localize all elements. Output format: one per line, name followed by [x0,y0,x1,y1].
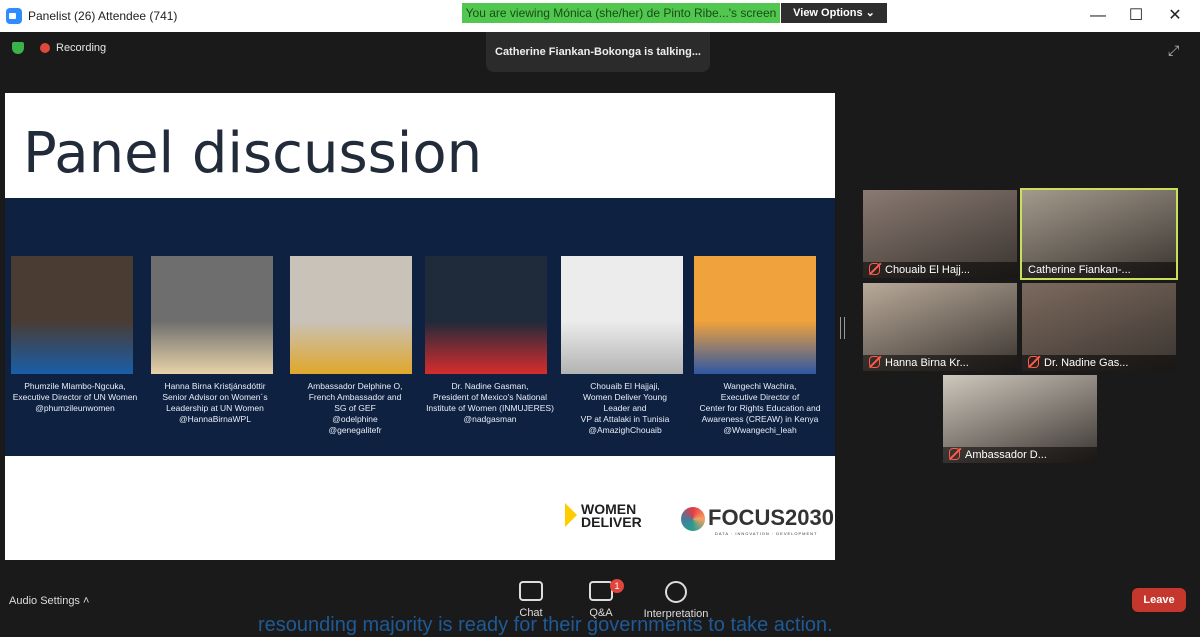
globe-icon [665,581,687,603]
audio-settings-button[interactable]: Audio Settings ˄ [9,595,89,607]
panelist-caption: Dr. Nadine Gasman, President of Mexico's… [426,381,554,424]
logo-text-line: DELIVER [581,514,642,530]
window-title: Panelist (26) Attendee (741) [28,9,178,23]
participant-name-label: Catherine Fiankan-... [1028,264,1131,276]
fullscreen-icon[interactable]: ⤢ [1168,42,1179,59]
title-bar: Panelist (26) Attendee (741) You are vie… [0,0,1200,32]
panelist-caption: Wangechi Wachira, Executive Director of … [699,381,821,435]
women-deliver-chevron-icon [565,503,577,527]
video-tile[interactable]: Ambassador D... [943,375,1097,463]
panelist-photo [151,256,273,374]
panelist-photo [561,256,683,374]
participant-name: Ambassador D... [943,447,1097,463]
panelist-caption: Chouaib El Hajjaji, Women Deliver Young … [580,381,670,435]
focus-ring-icon [681,507,705,532]
panelist-caption: Phumzile Mlambo-Ngcuka, Executive Direct… [12,381,138,413]
video-tile[interactable]: Chouaib El Hajj... [863,190,1017,278]
panelist-caption: Ambassador Delphine O, French Ambassador… [307,381,403,435]
panelist-photo [694,256,816,374]
mic-muted-icon [869,263,880,275]
chat-icon [519,581,543,601]
participant-name-label: Hanna Birna Kr... [885,357,969,369]
video-tile[interactable]: Hanna Birna Kr... [863,283,1017,371]
close-button[interactable]: ✕ [1163,6,1187,26]
participant-name-label: Dr. Nadine Gas... [1044,357,1129,369]
panelist-caption: Hanna Birna Kristjánsdóttir Senior Advis… [162,381,268,424]
video-tile[interactable]: Dr. Nadine Gas... [1022,283,1176,371]
participant-name: Dr. Nadine Gas... [1022,355,1176,371]
panelist-photo [290,256,412,374]
active-speaker-toast: Catherine Fiankan-Bokonga is talking... [486,32,710,72]
participant-name: Hanna Birna Kr... [863,355,1017,371]
mic-muted-icon [869,356,880,368]
zoom-app-icon [6,8,22,24]
participant-name: Catherine Fiankan-... [1022,262,1176,278]
leave-button[interactable]: Leave [1132,588,1186,612]
qa-notification-badge: 1 [610,579,624,593]
focus2030-tagline: DATA · INNOVATION · DEVELOPMENT [715,531,818,536]
participant-name: Chouaib El Hajj... [863,262,1017,278]
focus2030-text: FOCUS2030 [708,505,834,530]
mic-muted-icon [1028,356,1039,368]
screen-share-banner: You are viewing Mónica (she/her) de Pint… [462,3,780,23]
mic-muted-icon [949,448,960,460]
recording-icon [40,43,50,53]
participant-name-label: Ambassador D... [965,449,1047,461]
panelist-photo [425,256,547,374]
shared-slide: Panel discussion Phumzile Mlambo-Ngcuka,… [5,93,835,560]
view-options-button[interactable]: View Options ⌄ [781,3,887,23]
split-view-handle[interactable] [840,317,845,339]
participant-name-label: Chouaib El Hajj... [885,264,970,276]
panelist-photo [11,256,133,374]
minimize-button[interactable]: — [1086,6,1110,26]
recording-label: Recording [56,42,107,54]
slide-title: Panel discussion [23,121,483,186]
maximize-button[interactable]: ☐ [1124,6,1148,26]
video-tile-active-speaker[interactable]: Catherine Fiankan-... [1020,188,1178,280]
focus2030-logo: FOCUS2030 [681,505,834,532]
women-deliver-logo: WOMEN DELIVER [565,502,642,530]
security-shield-icon[interactable] [12,42,24,54]
